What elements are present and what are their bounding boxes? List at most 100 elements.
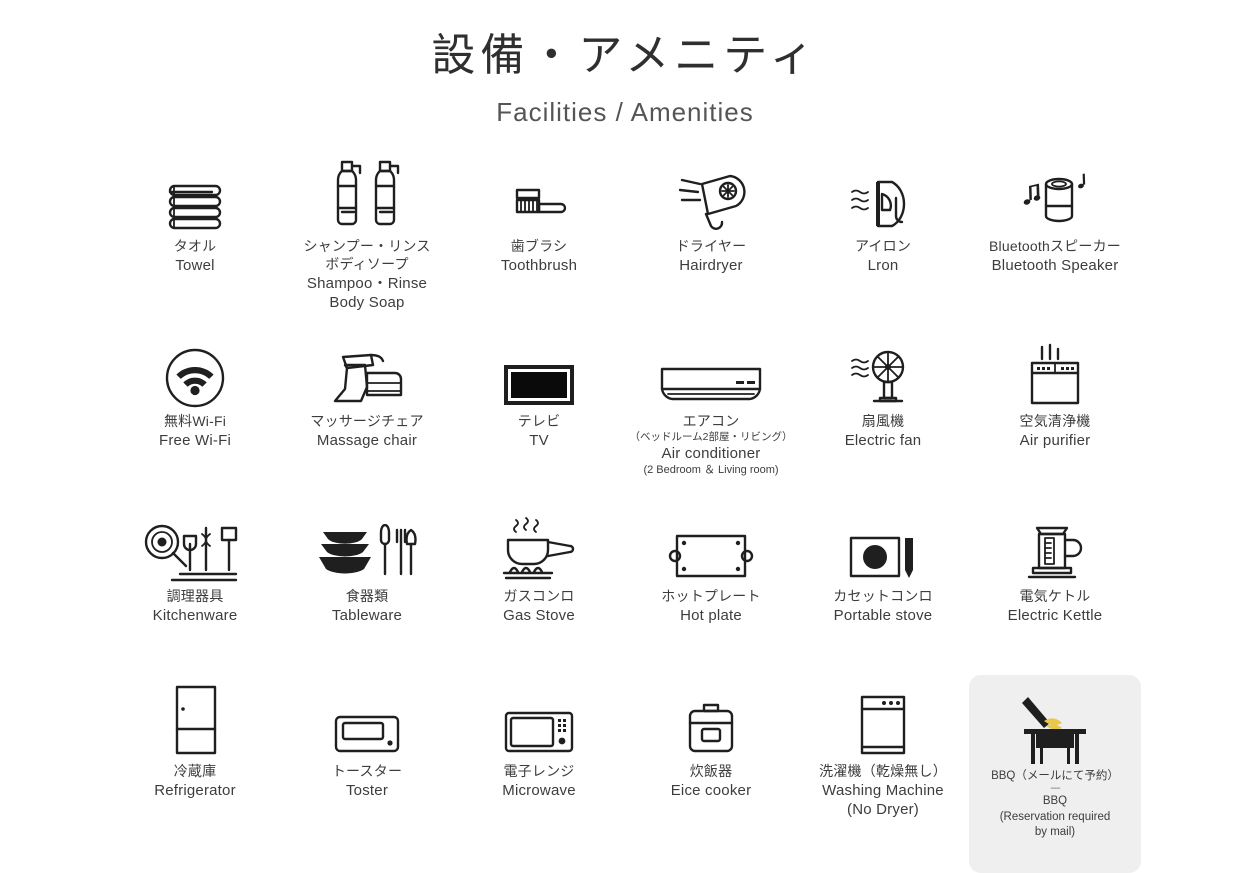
tableware-icon — [317, 506, 417, 584]
wifi-icon — [164, 331, 226, 409]
amenity-label-en: Hairdryer — [679, 256, 743, 274]
amenity-label-en: Portable stove — [833, 606, 933, 624]
page-title-jp: 設備・アメニティ — [431, 31, 819, 80]
amenity-label: 食器類 Tableware — [332, 588, 402, 625]
amenity-item-kitchenware: 調理器具 Kitchenware — [109, 506, 281, 681]
amenity-label-en: BBQ — [1042, 795, 1068, 808]
amenity-label-jp: ホットプレート — [661, 587, 761, 604]
amenity-label: アイロン Lron — [855, 238, 911, 275]
amenity-item-refrigerator: 冷蔵庫 Refrigerator — [109, 681, 281, 856]
amenity-item-gas-stove: ガスコンロ Gas Stove — [453, 506, 625, 681]
gas-stove-icon — [496, 506, 582, 584]
amenity-label-en-2: (Reservation required — [999, 810, 1111, 823]
electric-fan-icon — [844, 331, 922, 409]
towel-icon — [160, 156, 230, 234]
amenity-item-iron: アイロン Lron — [797, 156, 969, 331]
amenity-label-en: Refrigerator — [154, 781, 236, 799]
bluetooth-speaker-icon — [1015, 156, 1095, 234]
amenity-label-jp: ガスコンロ — [503, 587, 575, 604]
amenity-item-toothbrush: 歯ブラシ Toothbrush — [453, 156, 625, 331]
amenity-label-en: Hot plate — [680, 606, 742, 624]
amenity-label: 扇風機 Electric fan — [845, 413, 922, 450]
amenity-label: 炊飯器 Eice cooker — [671, 763, 752, 800]
amenity-label-en: Air conditioner — [661, 445, 761, 463]
amenity-label-jp: ドライヤー — [675, 237, 747, 254]
amenity-item-bbq[interactable]: BBQ（メールにて予約） ---- BBQ (Reservation requi… — [969, 674, 1141, 873]
amenity-sublabel-en: (2 Bedroom ＆ Living room) — [643, 464, 779, 477]
amenity-item-electric-kettle: 電気ケトル Electric Kettle — [969, 506, 1141, 681]
amenity-label: 冷蔵庫 Refrigerator — [154, 763, 236, 800]
amenity-label-jp: トースター — [331, 762, 403, 779]
amenity-label-jp: テレビ — [517, 412, 561, 429]
amenity-item-washing-machine: 洗濯機（乾燥無し） Washing Machine (No Dryer) — [797, 681, 969, 856]
amenity-label-jp: 無料Wi-Fi — [163, 412, 227, 429]
massage-chair-icon — [321, 331, 413, 409]
amenity-item-hairdryer: ドライヤー Hairdryer — [625, 156, 797, 331]
hairdryer-icon — [672, 156, 750, 234]
iron-icon — [846, 156, 920, 234]
amenity-item-massage-chair: マッサージチェア Massage chair — [281, 331, 453, 506]
toothbrush-icon — [503, 156, 575, 234]
amenity-label-jp: 扇風機 — [861, 412, 905, 429]
bbq-grill-icon — [1016, 675, 1094, 765]
hot-plate-icon — [665, 506, 757, 584]
amenity-label-en: Electric Kettle — [1007, 606, 1103, 624]
amenity-label: 歯ブラシ Toothbrush — [501, 238, 577, 275]
amenity-label: トースター Toster — [332, 763, 402, 800]
amenity-label: 調理器具 Kitchenware — [153, 588, 238, 625]
amenity-label-jp: Bluetoothスピーカー — [989, 237, 1121, 254]
amenity-item-hot-plate: ホットプレート Hot plate — [625, 506, 797, 681]
amenity-label: 無料Wi-Fi Free Wi-Fi — [159, 413, 231, 450]
microwave-icon — [498, 681, 580, 759]
facilities-amenities-page: 設備・アメニティ Facilities / Amenities タオル Towe… — [0, 0, 1250, 873]
amenity-label: ガスコンロ Gas Stove — [503, 588, 575, 625]
page-title-en: Facilities / Amenities — [496, 96, 754, 127]
amenity-label: Bluetoothスピーカー Bluetooth Speaker — [989, 238, 1121, 275]
amenity-label-jp: 調理器具 — [166, 587, 224, 604]
amenity-label-jp: シャンプー・リンス — [303, 237, 431, 254]
amenity-label: タオル Towel — [174, 238, 217, 275]
amenity-label-jp: 電気ケトル — [1019, 587, 1091, 604]
amenity-item-air-purifier: 空気清浄機 Air purifier — [969, 331, 1141, 506]
amenity-item-portable-stove: カセットコンロ Portable stove — [797, 506, 969, 681]
toaster-icon — [326, 681, 408, 759]
amenity-label: ドライヤー Hairdryer — [676, 238, 747, 275]
amenity-item-wifi: 無料Wi-Fi Free Wi-Fi — [109, 331, 281, 506]
amenity-label-jp-2: ボディソープ — [325, 255, 409, 272]
amenity-label-en: Bluetooth Speaker — [991, 256, 1119, 274]
kitchenware-icon — [142, 506, 248, 584]
amenity-label-jp: アイロン — [854, 237, 912, 254]
amenity-label: エアコン （ベッドルーム2部屋・リビング） Air conditioner (2… — [629, 413, 792, 478]
amenity-label: カセットコンロ Portable stove — [833, 588, 932, 625]
rice-cooker-icon — [680, 681, 742, 759]
amenity-label-en: Towel — [175, 256, 215, 274]
amenity-label-en: Lron — [867, 256, 899, 274]
amenity-label: テレビ TV — [518, 413, 561, 450]
shampoo-bottles-icon — [324, 156, 410, 234]
amenity-label-jp: 洗濯機（乾燥無し） — [819, 762, 947, 779]
electric-kettle-icon — [1019, 506, 1091, 584]
amenity-item-tv: テレビ TV — [453, 331, 625, 506]
amenity-label: 空気清浄機 Air purifier — [1020, 413, 1091, 450]
page-header: 設備・アメニティ Facilities / Amenities — [0, 0, 1250, 128]
amenity-label-en-3: by mail) — [1034, 826, 1076, 839]
amenity-label-en: Gas Stove — [503, 606, 575, 624]
amenity-label-en-2: Body Soap — [329, 293, 405, 311]
washing-machine-icon — [854, 681, 912, 759]
amenity-label-jp: カセットコンロ — [833, 587, 933, 604]
tv-icon — [500, 331, 578, 409]
amenity-label-jp: エアコン — [682, 412, 740, 429]
amenity-label-jp: 空気清浄機 — [1019, 412, 1091, 429]
amenity-label-en-2: (No Dryer) — [847, 800, 919, 818]
amenity-label: BBQ（メールにて予約） ---- BBQ (Reservation requi… — [991, 769, 1119, 841]
amenity-item-microwave: 電子レンジ Microwave — [453, 681, 625, 856]
amenity-item-air-conditioner: エアコン （ベッドルーム2部屋・リビング） Air conditioner (2… — [625, 331, 797, 506]
amenity-item-rice-cooker: 炊飯器 Eice cooker — [625, 681, 797, 856]
amenity-label-en: Tableware — [331, 606, 403, 624]
amenity-label-jp: マッサージチェア — [310, 412, 424, 429]
amenity-label-en: Shampoo・Rinse — [306, 274, 428, 292]
amenity-label-jp: タオル — [173, 237, 217, 254]
amenity-label-en: Toothbrush — [500, 256, 578, 274]
amenity-label-en: Toster — [345, 781, 389, 799]
amenity-label-jp: BBQ（メールにて予約） — [991, 769, 1119, 782]
